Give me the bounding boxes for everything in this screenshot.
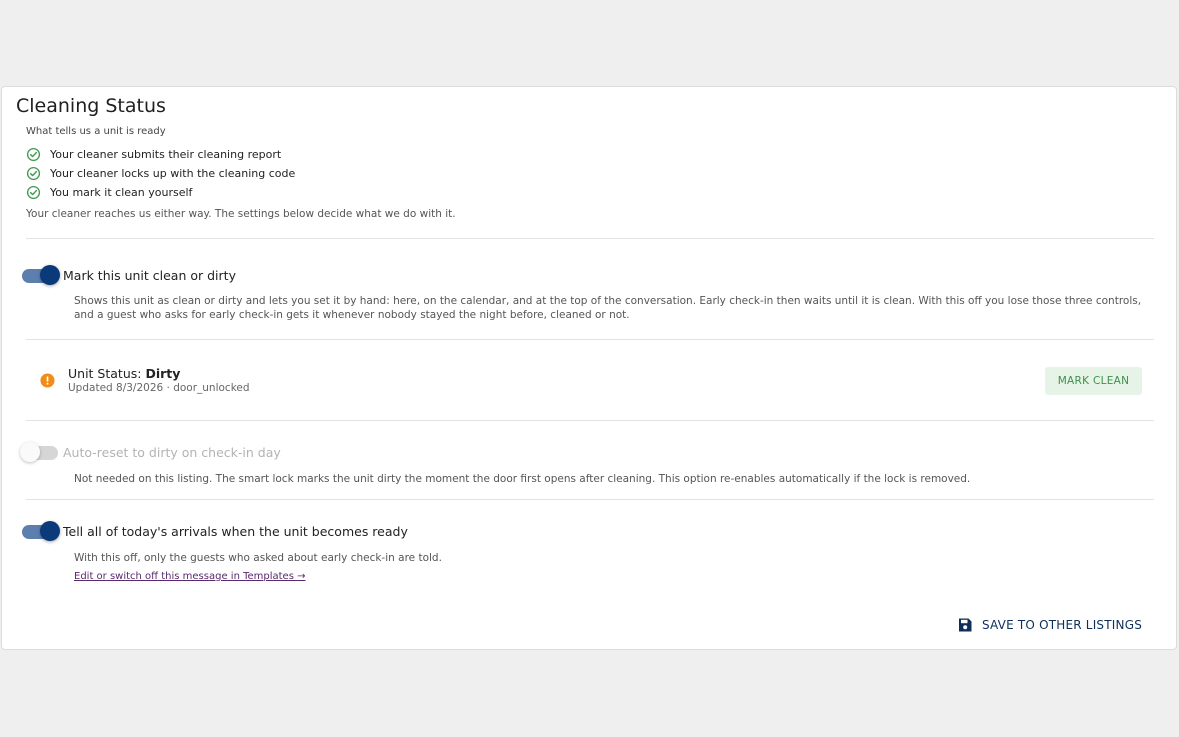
unit-status: Unit Status: Dirty xyxy=(68,366,180,381)
list-item: You mark it clean yourself xyxy=(26,183,295,202)
unit-status-updated: Updated 8/3/2026 · door_unlocked xyxy=(68,382,250,394)
mark-clean-button[interactable]: MARK CLEAN xyxy=(1045,367,1142,395)
list-item-label: Your cleaner submits their cleaning repo… xyxy=(50,148,282,161)
divider xyxy=(26,339,1154,340)
check-circle-icon xyxy=(26,166,41,181)
unit-status-value: Dirty xyxy=(145,366,181,381)
floppy-disk-icon xyxy=(957,617,973,633)
list-item: Your cleaner locks up with the cleaning … xyxy=(26,164,295,183)
toggle-knob xyxy=(40,265,60,285)
tell-arrivals-toggle[interactable] xyxy=(22,521,60,543)
divider xyxy=(26,499,1154,500)
save-button-label: SAVE TO OTHER LISTINGS xyxy=(982,618,1143,632)
mark-clean-dirty-description: Shows this unit as clean or dirty and le… xyxy=(74,295,1142,321)
ready-criteria-list: Your cleaner submits their cleaning repo… xyxy=(26,145,295,202)
auto-reset-toggle[interactable] xyxy=(20,442,60,464)
cleaning-status-card: Cleaning Status What tells us a unit is … xyxy=(1,86,1177,650)
templates-link[interactable]: Edit or switch off this message in Templ… xyxy=(74,571,305,582)
warning-circle-icon xyxy=(40,373,55,388)
check-circle-icon xyxy=(26,185,41,200)
auto-reset-label: Auto-reset to dirty on check-in day xyxy=(63,445,281,460)
toggle-knob xyxy=(40,521,60,541)
unit-status-prefix: Unit Status: xyxy=(68,366,146,381)
mark-clean-dirty-toggle[interactable] xyxy=(22,265,60,287)
check-circle-icon xyxy=(26,147,41,162)
list-item: Your cleaner submits their cleaning repo… xyxy=(26,145,295,164)
list-item-label: You mark it clean yourself xyxy=(50,186,193,199)
list-item-label: Your cleaner locks up with the cleaning … xyxy=(50,167,296,180)
divider xyxy=(26,420,1154,421)
toggle-knob xyxy=(20,442,40,462)
tell-arrivals-label: Tell all of today's arrivals when the un… xyxy=(63,524,408,539)
ready-criteria-heading: What tells us a unit is ready xyxy=(26,126,166,137)
tell-arrivals-description: With this off, only the guests who asked… xyxy=(74,552,442,564)
save-to-other-listings-button[interactable]: SAVE TO OTHER LISTINGS xyxy=(957,614,1142,636)
divider xyxy=(26,238,1154,239)
mark-clean-dirty-label: Mark this unit clean or dirty xyxy=(63,268,236,283)
section-note: Your cleaner reaches us either way. The … xyxy=(26,208,456,220)
section-title: Cleaning Status xyxy=(16,95,166,117)
auto-reset-description: Not needed on this listing. The smart lo… xyxy=(74,473,971,485)
